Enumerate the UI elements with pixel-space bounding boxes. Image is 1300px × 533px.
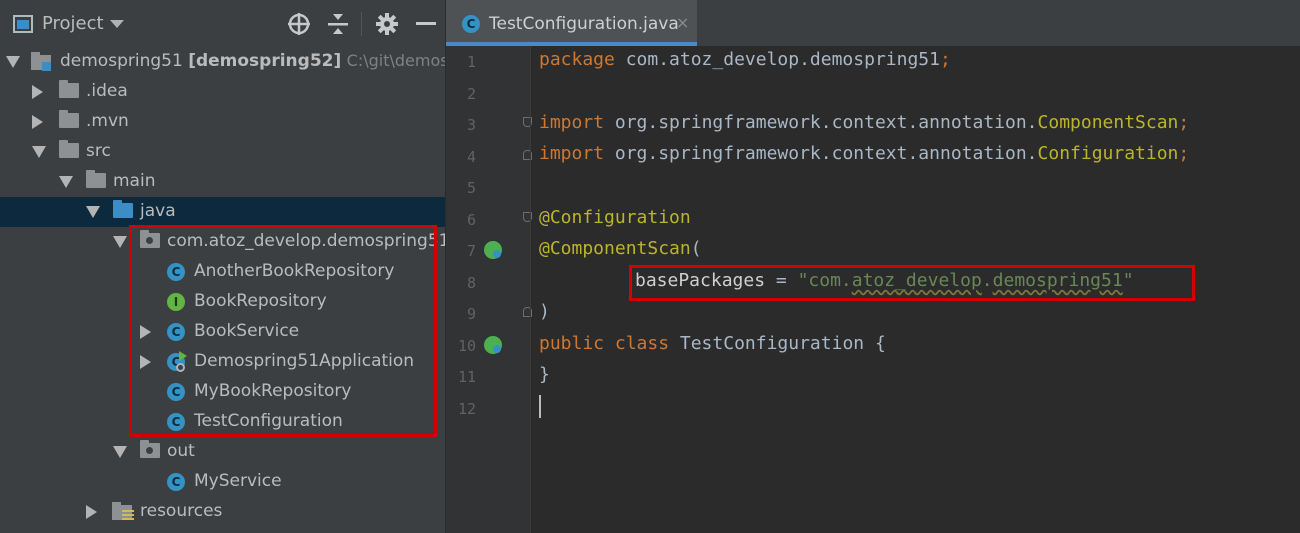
spring-bean-gutter-icon[interactable] bbox=[484, 336, 502, 354]
project-panel-header: Project bbox=[0, 0, 445, 47]
tab-label: TestConfiguration.java bbox=[489, 14, 679, 34]
folder-icon bbox=[59, 110, 79, 128]
tree-item-folder[interactable]: .mvn bbox=[0, 107, 445, 137]
tree-item-class[interactable]: C MyService bbox=[0, 467, 445, 497]
line-number: 4 bbox=[466, 148, 476, 166]
package-icon bbox=[140, 440, 160, 458]
gear-icon[interactable] bbox=[375, 12, 399, 36]
code-line[interactable]: ) bbox=[539, 301, 550, 322]
tree-item-label: java bbox=[140, 201, 176, 221]
line-number: 8 bbox=[466, 274, 476, 292]
package-highlight-box bbox=[129, 225, 437, 437]
hide-panel-icon[interactable] bbox=[416, 22, 436, 26]
resources-folder-icon bbox=[112, 502, 134, 520]
expand-arrow-icon[interactable] bbox=[6, 56, 20, 68]
collapsed-arrow-icon[interactable] bbox=[86, 505, 97, 519]
expand-arrow-icon[interactable] bbox=[113, 236, 127, 248]
line-number: 10 bbox=[457, 337, 476, 355]
module-name-bold: [demospring52] bbox=[188, 51, 342, 71]
expand-arrow-icon[interactable] bbox=[32, 146, 46, 158]
tree-item-folder[interactable]: src bbox=[0, 137, 445, 167]
expand-arrow-icon[interactable] bbox=[86, 206, 100, 218]
line-number: 2 bbox=[466, 85, 476, 103]
line-number: 3 bbox=[466, 116, 476, 134]
tree-item-module[interactable]: demospring51 [demospring52] C:\git\demos bbox=[0, 47, 445, 77]
class-icon: C bbox=[462, 15, 480, 33]
tree-item-folder[interactable]: .idea bbox=[0, 77, 445, 107]
line-number: 11 bbox=[457, 368, 476, 386]
line-number: 12 bbox=[457, 400, 476, 418]
editor-tab-bar: C TestConfiguration.java × bbox=[446, 0, 1300, 46]
editor-tab-active[interactable]: C TestConfiguration.java × bbox=[446, 0, 697, 46]
tree-item-label: .mvn bbox=[86, 111, 129, 131]
locate-target-icon[interactable] bbox=[287, 12, 311, 36]
line-number-gutter: 1 2 3 4 5 6 7 8 9 10 11 12 bbox=[446, 46, 532, 533]
code-line[interactable]: @Configuration bbox=[539, 207, 691, 228]
expand-arrow-icon[interactable] bbox=[113, 446, 127, 458]
line-number: 1 bbox=[466, 53, 476, 71]
folder-icon bbox=[59, 80, 79, 98]
header-separator bbox=[361, 12, 362, 36]
tree-item-label: .idea bbox=[86, 81, 128, 101]
panel-title[interactable]: Project bbox=[42, 13, 104, 34]
tree-item-label: demospring51 bbox=[60, 51, 183, 71]
collapse-all-icon[interactable] bbox=[327, 12, 349, 36]
project-view-icon bbox=[13, 15, 33, 33]
tree-item-label: out bbox=[167, 441, 195, 461]
collapsed-arrow-icon[interactable] bbox=[32, 85, 43, 99]
tree-item-resources-folder[interactable]: resources bbox=[0, 497, 445, 527]
code-editor: C TestConfiguration.java × 1 2 3 4 5 6 7… bbox=[446, 0, 1300, 533]
line-number: 7 bbox=[466, 242, 476, 260]
text-caret bbox=[539, 395, 541, 418]
tree-item-folder[interactable]: main bbox=[0, 167, 445, 197]
code-line[interactable]: package com.atoz_develop.demospring51; bbox=[539, 49, 951, 70]
tree-item-package[interactable]: out bbox=[0, 437, 445, 467]
view-mode-dropdown-icon[interactable] bbox=[110, 20, 124, 29]
project-tool-window: Project demospring51 [demospring52] C:\g… bbox=[0, 0, 445, 533]
line-number: 6 bbox=[466, 211, 476, 229]
folder-icon bbox=[59, 140, 79, 158]
tree-item-label: resources bbox=[140, 501, 223, 521]
tree-item-source-folder[interactable]: java bbox=[0, 197, 445, 227]
line-number: 5 bbox=[466, 179, 476, 197]
tree-item-label: main bbox=[113, 171, 156, 191]
base-packages-highlight-box bbox=[629, 265, 1195, 301]
folder-icon bbox=[86, 170, 106, 188]
code-line[interactable]: @ComponentScan( bbox=[539, 238, 702, 259]
collapsed-arrow-icon[interactable] bbox=[32, 115, 43, 129]
code-line[interactable]: import org.springframework.context.annot… bbox=[539, 143, 1189, 164]
tree-item-label: MyService bbox=[194, 471, 282, 491]
tree-item-label: src bbox=[86, 141, 111, 161]
code-line[interactable]: import org.springframework.context.annot… bbox=[539, 112, 1189, 133]
code-line[interactable]: } bbox=[539, 364, 550, 385]
close-icon[interactable]: × bbox=[676, 13, 689, 32]
module-icon bbox=[31, 52, 51, 71]
source-folder-icon bbox=[113, 200, 133, 218]
expand-arrow-icon[interactable] bbox=[59, 176, 73, 188]
spring-bean-gutter-icon[interactable] bbox=[484, 241, 502, 259]
gutter-separator bbox=[530, 46, 531, 533]
module-path: C:\git\demos bbox=[346, 51, 445, 70]
line-number: 9 bbox=[466, 305, 476, 323]
code-line[interactable]: public class TestConfiguration { bbox=[539, 333, 886, 354]
class-icon: C bbox=[167, 473, 185, 491]
